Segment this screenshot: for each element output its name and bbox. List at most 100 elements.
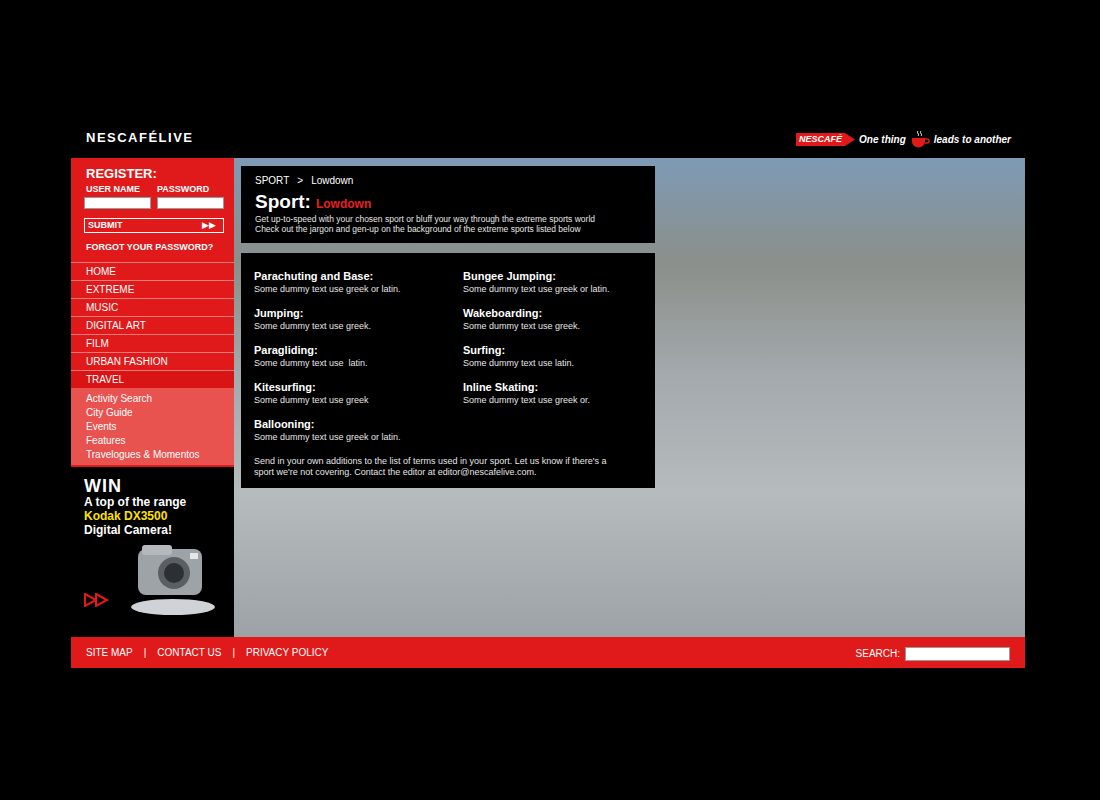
promo[interactable]: WINA top of the rangeKodak DX3500Digital…	[71, 467, 234, 637]
nav-group: EXTREME	[71, 280, 234, 298]
password-label: PASSWORD	[157, 184, 224, 195]
term-text: Some dummy text use latin.	[254, 357, 463, 369]
register-fields: USER NAME PASSWORD	[84, 184, 221, 209]
term-text: Some dummy text use greek.	[463, 320, 642, 332]
term-name: Inline Skating:	[463, 380, 642, 394]
term: Paragliding:Some dummy text use latin.	[254, 343, 463, 380]
editor-note: Send in your own additions to the list o…	[254, 456, 614, 478]
term-name: Parachuting and Base:	[254, 269, 463, 283]
subnav-item[interactable]: Activity Search	[71, 392, 234, 406]
sidebar: REGISTER: USER NAME PASSWORD SUBMIT▶▶ FORGOT…	[71, 158, 234, 637]
term: Ballooning:Some dummy text use greek or …	[254, 417, 463, 454]
footer-link[interactable]: SITE MAP	[86, 647, 133, 659]
promo-line: A top of the range	[84, 495, 234, 509]
term-text: Some dummy text use greek or.	[463, 394, 642, 406]
term: Kitesurfing:Some dummy text use greek	[254, 380, 463, 417]
footer-link[interactable]: PRIVACY POLICY	[246, 647, 328, 659]
promo-win: WIN	[84, 477, 234, 495]
register-title: REGISTER:	[84, 166, 221, 181]
term-name: Surfing:	[463, 343, 642, 357]
register-form: REGISTER: USER NAME PASSWORD SUBMIT▶▶ FORGOT…	[71, 158, 234, 262]
term-name: Jumping:	[254, 306, 463, 320]
term: Surfing:Some dummy text use latin.	[463, 343, 642, 380]
hero-photo: SPORT > Lowdown Sport:LowdownGet up-to-spee…	[234, 158, 1025, 637]
term-name: Bungee Jumping:	[463, 269, 642, 283]
term-name: Kitesurfing:	[254, 380, 463, 394]
footer-separator: |	[232, 647, 235, 659]
tagline-start: One thing	[859, 133, 906, 146]
subnav-item[interactable]: Features	[71, 434, 234, 448]
footer-separator: |	[144, 647, 147, 659]
terms-column: Parachuting and Base:Some dummy text use…	[254, 269, 463, 454]
footer: SITE MAP | CONTACT US | PRIVACY POLICY SEARCH…	[71, 637, 1025, 668]
username-field: USER NAME	[84, 184, 151, 209]
username-label: USER NAME	[84, 184, 151, 195]
term-name: Wakeboarding:	[463, 306, 642, 320]
site-logo[interactable]: NESCAFÉLIVE	[86, 130, 194, 146]
page: NESCAFÉLIVE NESCAFÉ One thing leads to anot…	[0, 0, 1100, 800]
nav-item[interactable]: MUSIC	[71, 298, 234, 316]
header: NESCAFÉLIVE NESCAFÉ One thing leads to anot…	[71, 125, 1025, 158]
term-text: Some dummy text use greek.	[254, 320, 463, 332]
nav-item[interactable]: HOME	[71, 262, 234, 280]
nav-item[interactable]: EXTREME	[71, 280, 234, 298]
subnav: Activity SearchCity GuideEventsFeaturesT…	[71, 388, 234, 465]
term-text: Some dummy text use latin.	[463, 357, 642, 369]
intro: Get up-to-speed with your chosen sport o…	[255, 214, 641, 234]
term: Jumping:Some dummy text use greek.	[254, 306, 463, 343]
breadcrumb-section[interactable]: SPORT	[255, 175, 289, 187]
password-field: PASSWORD	[157, 184, 224, 209]
search-label: SEARCH:	[856, 648, 900, 660]
arrow-icon[interactable]	[84, 593, 110, 607]
site: NESCAFÉLIVE NESCAFÉ One thing leads to anot…	[71, 125, 1025, 668]
nav-group: URBAN FASHION	[71, 352, 234, 370]
nav-item[interactable]: URBAN FASHION	[71, 352, 234, 370]
brand-logo[interactable]: NESCAFÉ One thing leads to another	[796, 130, 1011, 148]
term: Inline Skating:Some dummy text use greek…	[463, 380, 642, 417]
nav-item[interactable]: FILM	[71, 334, 234, 352]
term-name: Paragliding:	[254, 343, 463, 357]
nav-group: TRAVELActivity SearchCity GuideEventsFea…	[71, 370, 234, 465]
term-text: Some dummy text use greek	[254, 394, 463, 406]
terms: Parachuting and Base:Some dummy text use…	[254, 269, 642, 454]
terms-column: Bungee Jumping: Some dummy text use greek…	[463, 269, 642, 454]
footer-link[interactable]: CONTACT US	[157, 647, 221, 659]
term-text: Some dummy text use greek or latin.	[254, 283, 463, 295]
page-heading: Sport:Lowdown	[255, 190, 641, 214]
forgot-password-link[interactable]: FORGOT YOUR PASSWORD?	[84, 242, 221, 253]
nav-group: DIGITAL ART	[71, 316, 234, 334]
username-input[interactable]	[84, 197, 151, 209]
submit-button[interactable]: SUBMIT▶▶	[84, 218, 224, 233]
password-input[interactable]	[157, 197, 224, 209]
cup-icon	[910, 130, 930, 148]
footer-links: SITE MAP | CONTACT US | PRIVACY POLICY	[86, 647, 328, 659]
main: REGISTER: USER NAME PASSWORD SUBMIT▶▶ FORGOT…	[71, 158, 1025, 637]
search-input[interactable]	[905, 647, 1010, 661]
term: Bungee Jumping:Some dummy text use greek…	[463, 269, 642, 306]
subnav-item[interactable]: Travelogues & Momentos	[71, 448, 234, 462]
promo-visual	[84, 537, 234, 617]
tagline-end: leads to another	[934, 133, 1011, 146]
promo-line: Digital Camera!	[84, 523, 234, 537]
panel-header: SPORT > Lowdown Sport:LowdownGet up-to-spee…	[241, 166, 655, 243]
panel-body: Parachuting and Base:Some dummy text use…	[241, 253, 655, 488]
breadcrumb-page: Lowdown	[311, 175, 353, 187]
nav-group: HOME	[71, 262, 234, 280]
term: Parachuting and Base:Some dummy text use…	[254, 269, 463, 306]
nav: HOMEEXTREMEMUSICDIGITAL ARTFILMURBAN FAS…	[71, 262, 234, 465]
nav-item[interactable]: TRAVEL	[71, 370, 234, 388]
brand-arrow-icon	[845, 133, 855, 146]
nav-item[interactable]: DIGITAL ART	[71, 316, 234, 334]
search: SEARCH:	[856, 644, 1010, 661]
brand-badge: NESCAFÉ	[796, 133, 855, 146]
subnav-item[interactable]: City Guide	[71, 406, 234, 420]
breadcrumb: SPORT > Lowdown	[255, 175, 641, 187]
nav-group: FILM	[71, 334, 234, 352]
term-name: Ballooning:	[254, 417, 463, 431]
content-panel: SPORT > Lowdown Sport:LowdownGet up-to-spee…	[241, 166, 655, 488]
breadcrumb-separator: >	[297, 175, 303, 187]
nav-group: MUSIC	[71, 298, 234, 316]
term-text: Some dummy text use greek or latin.	[254, 431, 463, 443]
subnav-item[interactable]: Events	[71, 420, 234, 434]
term: Wakeboarding:Some dummy text use greek.	[463, 306, 642, 343]
